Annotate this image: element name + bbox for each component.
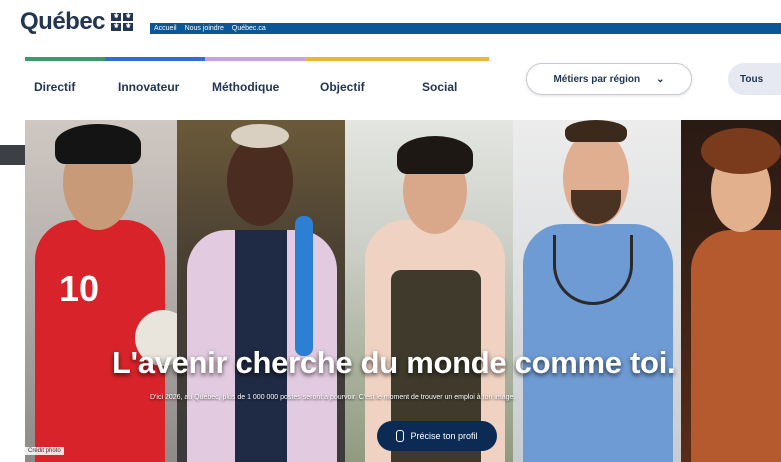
chevron-down-icon: ⌄ — [656, 73, 665, 85]
youth-hair — [701, 128, 781, 174]
top-header: Québec ⚜ ⚜ ⚜ ⚜ Accueil Nous joindre Québec.… — [0, 0, 781, 52]
strip-blue — [105, 57, 205, 61]
nav-item-objectif[interactable]: Objectif — [320, 80, 365, 94]
nurse-hair — [565, 120, 627, 142]
student-hair — [231, 124, 289, 148]
fleur-de-lys-flag-icon: ⚜ ⚜ ⚜ ⚜ — [111, 13, 134, 31]
backpack-strap — [295, 216, 313, 356]
link-quebec-ca[interactable]: Québec.ca — [232, 25, 266, 32]
hero-photo-youth — [681, 120, 781, 462]
color-strip — [25, 57, 489, 61]
strip-green — [25, 57, 105, 61]
hero-photo-nurse — [513, 120, 681, 462]
strip-purple — [205, 57, 305, 61]
cta-label: Précise ton profil — [410, 431, 478, 441]
phone-icon — [396, 430, 405, 442]
hero-subtitle: D'ici 2026, au Québec, plus de 1 000 000… — [150, 394, 516, 401]
hero-photo-athlete: 10 — [25, 120, 177, 462]
link-accueil[interactable]: Accueil — [154, 25, 177, 32]
student-face — [227, 136, 293, 226]
link-nous-joindre[interactable]: Nous joindre — [185, 25, 224, 32]
youth-shirt — [691, 230, 781, 462]
jersey-number: 10 — [59, 268, 100, 309]
precise-profile-button[interactable]: Précise ton profil — [377, 421, 497, 451]
strip-yellow — [305, 57, 489, 61]
logo-text: Québec — [20, 8, 106, 35]
photo-credit: Crédit photo — [25, 447, 64, 455]
tous-button[interactable]: Tous — [728, 63, 781, 95]
hero-title: L'avenir cherche du monde comme toi. — [112, 345, 676, 380]
athlete-hair — [55, 124, 141, 164]
nav-item-innovateur[interactable]: Innovateur — [118, 80, 179, 94]
utility-bar: Accueil Nous joindre Québec.ca — [150, 23, 781, 34]
hero-photo-student — [177, 120, 345, 462]
region-select-label: Métiers par région — [553, 73, 641, 85]
hero-photo-gardener — [345, 120, 513, 462]
hero-banner: 10 — [25, 120, 781, 462]
nav-item-social[interactable]: Social — [422, 80, 457, 94]
nav-item-directif[interactable]: Directif — [34, 80, 75, 94]
left-dark-band — [0, 145, 25, 165]
nav-item-methodique[interactable]: Méthodique — [212, 80, 279, 94]
tous-label: Tous — [740, 73, 764, 85]
quebec-logo[interactable]: Québec ⚜ ⚜ ⚜ ⚜ — [20, 8, 134, 36]
gardener-hair — [397, 136, 473, 174]
region-select[interactable]: Métiers par région ⌄ — [526, 63, 692, 95]
